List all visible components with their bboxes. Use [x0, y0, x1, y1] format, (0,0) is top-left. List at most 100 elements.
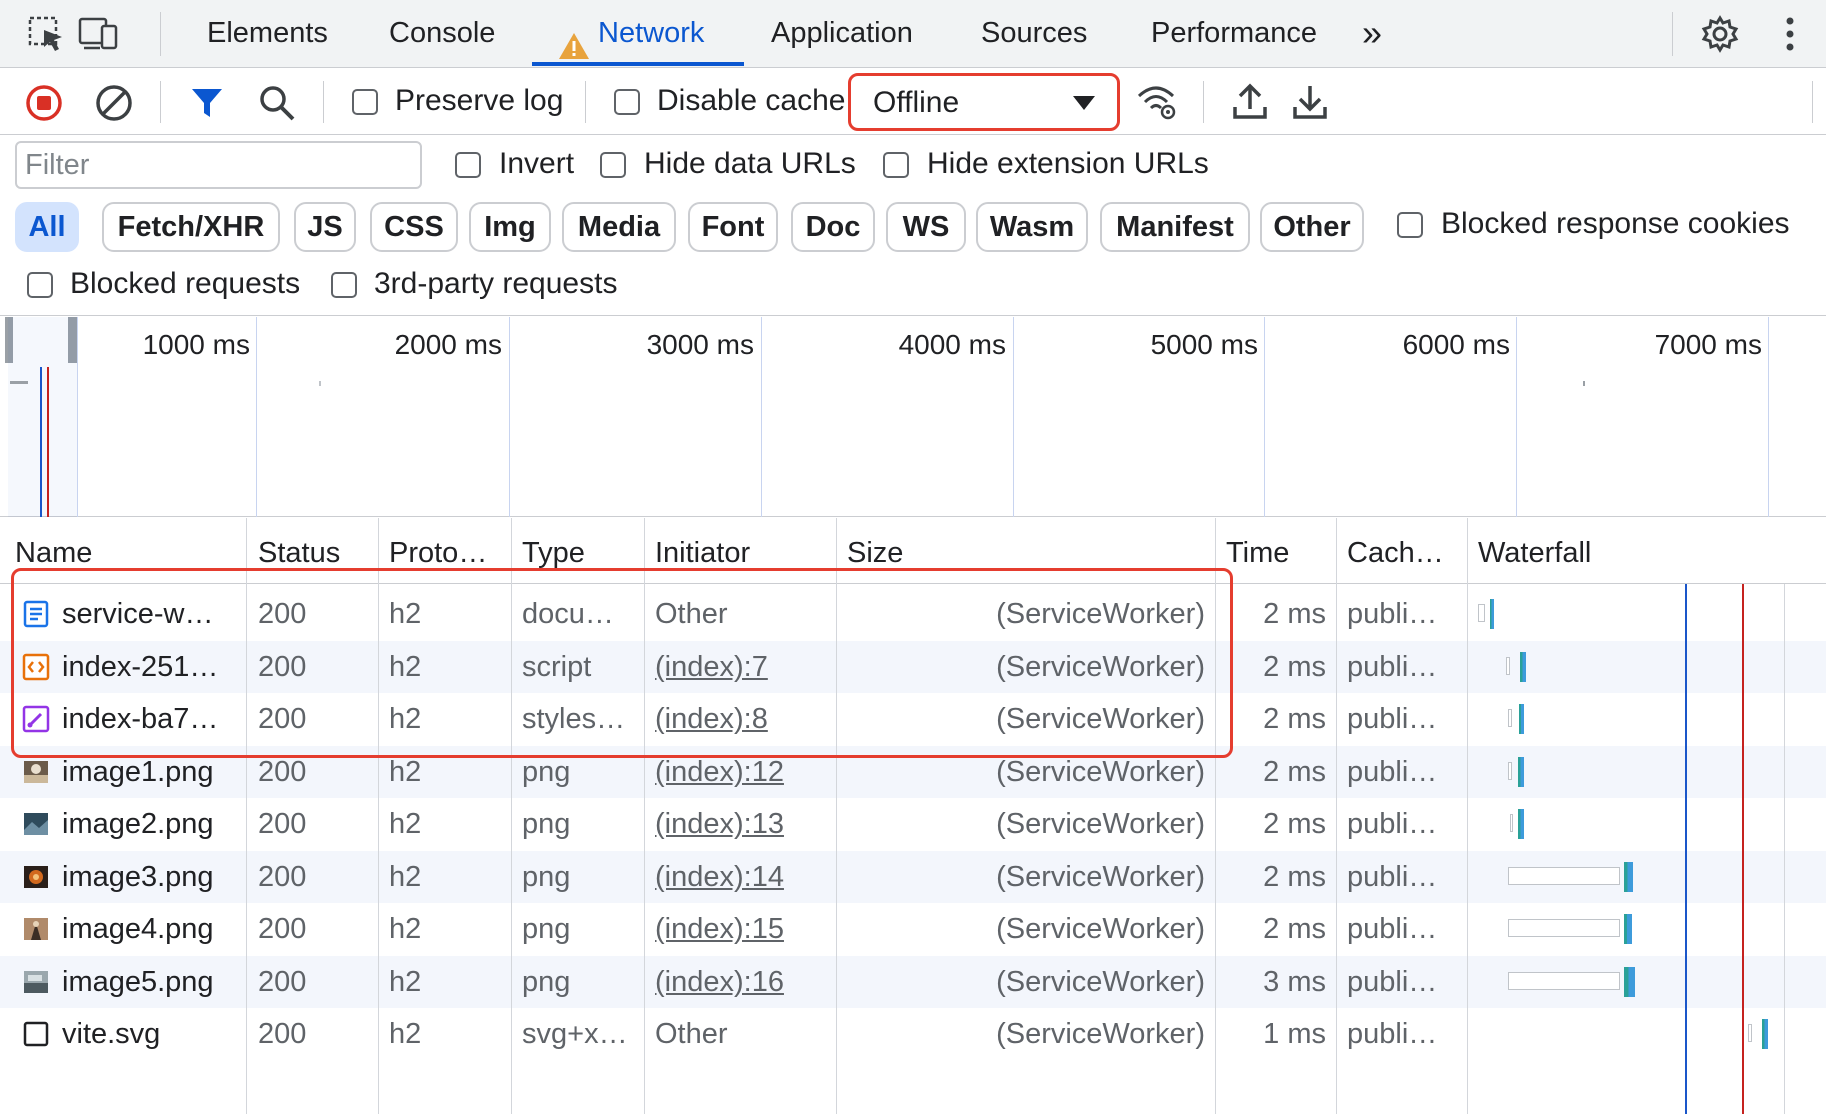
cell-initiator[interactable]: (index):7 — [655, 641, 830, 693]
cell-initiator[interactable]: (index):15 — [655, 903, 830, 955]
cell-name: image5.png — [62, 966, 214, 998]
column-header-time[interactable]: Time — [1226, 518, 1336, 584]
import-har-upload-icon[interactable] — [1228, 80, 1272, 124]
invert-checkbox[interactable] — [455, 152, 481, 178]
search-icon[interactable] — [255, 81, 299, 125]
tab-sources[interactable]: Sources — [981, 0, 1087, 66]
type-filter-js[interactable]: JS — [294, 202, 356, 252]
blocked-response-cookies-checkbox[interactable] — [1397, 212, 1423, 238]
table-row[interactable]: image1.png 200 h2 png (index):12 (ServiceWork… — [0, 746, 1826, 798]
filter-input[interactable] — [15, 141, 422, 189]
type-filter-other[interactable]: Other — [1260, 202, 1364, 252]
table-row[interactable]: service-w… 200 h2 docu… Other (ServiceWorker)… — [0, 588, 1826, 640]
disable-cache-checkbox[interactable] — [614, 89, 640, 115]
cell-protocol: h2 — [389, 913, 422, 945]
table-row[interactable]: index-251… 200 h2 script (index):7 (ServiceWo… — [0, 641, 1826, 693]
column-header-status[interactable]: Status — [258, 518, 368, 584]
throttling-value: Offline — [873, 86, 960, 119]
throttling-select[interactable]: Offline — [848, 73, 1120, 131]
cell-initiator[interactable]: (index):14 — [655, 851, 830, 903]
waterfall-timing-bar[interactable] — [1624, 967, 1635, 997]
blocked-requests-checkbox[interactable] — [27, 272, 53, 298]
waterfall-timing-bar[interactable] — [1519, 704, 1524, 734]
waterfall-timing-bar[interactable] — [1518, 757, 1524, 787]
cell-time: 1 ms — [1263, 1018, 1326, 1050]
export-har-download-icon[interactable] — [1288, 80, 1332, 124]
hide-data-urls-checkbox[interactable] — [600, 152, 626, 178]
cell-initiator[interactable]: (index):12 — [655, 746, 830, 798]
column-header-cache[interactable]: Cach… — [1347, 518, 1457, 584]
more-options-icon[interactable] — [1770, 14, 1810, 54]
cell-initiator[interactable]: (index):16 — [655, 956, 830, 1008]
network-conditions-icon[interactable] — [1135, 80, 1179, 124]
waterfall-queue-bar — [1506, 657, 1510, 675]
filter-funnel-icon[interactable] — [185, 81, 229, 125]
table-row[interactable]: image5.png 200 h2 png (index):16 (ServiceWork… — [0, 956, 1826, 1008]
cell-protocol: h2 — [389, 703, 422, 735]
waterfall-timing-bar[interactable] — [1624, 914, 1632, 944]
type-filter-doc[interactable]: Doc — [791, 202, 875, 252]
waterfall-timing-bar[interactable] — [1762, 1019, 1768, 1049]
tab-console[interactable]: Console — [389, 0, 495, 66]
column-divider — [511, 518, 512, 1114]
tab-performance[interactable]: Performance — [1151, 0, 1317, 66]
waterfall-queue-bar — [1508, 919, 1620, 937]
table-row[interactable]: vite.svg 200 h2 svg+x… Other (ServiceWorker) 1… — [0, 1008, 1826, 1060]
column-header-name[interactable]: Name — [15, 518, 245, 584]
table-row[interactable]: index-ba7… 200 h2 styles… (index):8 (ServiceW… — [0, 693, 1826, 745]
type-filter-media[interactable]: Media — [562, 202, 676, 252]
cell-name: index-251… — [62, 651, 219, 683]
request-table-header: Name Status Proto… Type Initiator Size T… — [0, 518, 1826, 584]
cell-type: docu… — [522, 598, 614, 630]
inspect-element-icon[interactable] — [26, 14, 66, 54]
table-row[interactable]: image4.png 200 h2 png (index):15 (ServiceWork… — [0, 903, 1826, 955]
waterfall-queue-bar — [1508, 867, 1620, 885]
column-header-protocol[interactable]: Proto… — [389, 518, 509, 584]
hide-extension-urls-checkbox[interactable] — [883, 152, 909, 178]
third-party-requests-checkbox[interactable] — [331, 272, 357, 298]
more-tabs-icon[interactable]: » — [1362, 0, 1382, 66]
waterfall-queue-bar — [1508, 762, 1512, 780]
settings-gear-icon[interactable] — [1700, 14, 1740, 54]
overview-timeline[interactable]: 1000 ms 2000 ms 3000 ms 4000 ms 5000 ms … — [0, 317, 1826, 517]
column-header-initiator[interactable]: Initiator — [655, 518, 825, 584]
type-filter-font[interactable]: Font — [688, 202, 778, 252]
waterfall-timing-bar[interactable] — [1518, 809, 1524, 839]
type-filter-css[interactable]: CSS — [370, 202, 458, 252]
clear-icon[interactable] — [92, 81, 136, 125]
waterfall-timing-bar[interactable] — [1520, 652, 1526, 682]
type-filter-wasm[interactable]: Wasm — [976, 202, 1088, 252]
table-row[interactable]: image2.png 200 h2 png (index):13 (ServiceWork… — [0, 798, 1826, 850]
cell-initiator[interactable]: (index):13 — [655, 798, 830, 850]
tab-elements[interactable]: Elements — [207, 0, 328, 66]
cell-time: 2 ms — [1263, 651, 1326, 683]
tab-application[interactable]: Application — [771, 0, 913, 66]
table-row[interactable]: image3.png 200 h2 png (index):14 (ServiceWork… — [0, 851, 1826, 903]
column-divider — [378, 518, 379, 1114]
stop-recording-icon[interactable] — [22, 81, 66, 125]
type-filter-all[interactable]: All — [15, 202, 79, 252]
cell-type: png — [522, 808, 571, 840]
tab-network[interactable]: Network — [558, 0, 704, 66]
cell-status: 200 — [258, 756, 307, 788]
column-header-waterfall[interactable]: Waterfall — [1478, 518, 1778, 584]
type-filter-img[interactable]: Img — [469, 202, 551, 252]
cell-initiator[interactable]: (index):8 — [655, 693, 830, 745]
waterfall-timing-bar[interactable] — [1624, 862, 1633, 892]
type-filter-manifest[interactable]: Manifest — [1100, 202, 1250, 252]
type-filter-ws[interactable]: WS — [886, 202, 966, 252]
blocked-requests-label: Blocked requests — [70, 267, 301, 300]
device-toolbar-icon[interactable] — [78, 14, 118, 54]
document-file-icon — [22, 600, 50, 628]
chevron-down-icon — [1073, 96, 1095, 110]
dom-content-loaded-marker — [40, 367, 42, 517]
cell-time: 2 ms — [1263, 703, 1326, 735]
cell-cache: publi… — [1347, 861, 1438, 893]
column-header-type[interactable]: Type — [522, 518, 632, 584]
preserve-log-checkbox[interactable] — [352, 89, 378, 115]
column-header-size[interactable]: Size — [847, 518, 1197, 584]
waterfall-timing-bar[interactable] — [1490, 599, 1494, 629]
overview-selection-window[interactable] — [8, 317, 78, 517]
overview-gridline — [761, 317, 762, 517]
type-filter-fetch-xhr[interactable]: Fetch/XHR — [102, 202, 280, 252]
